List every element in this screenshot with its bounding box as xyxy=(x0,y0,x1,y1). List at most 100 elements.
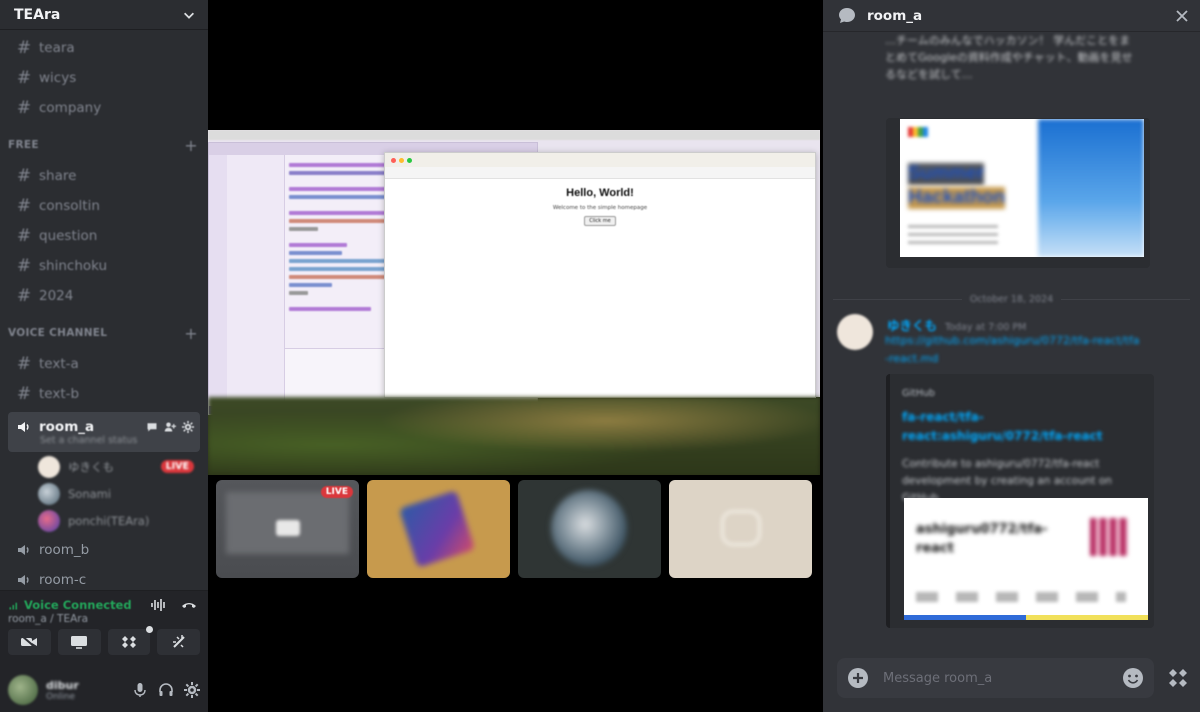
voice-channel-room-c[interactable]: room-c xyxy=(8,565,200,588)
stream-camera-icon xyxy=(276,520,300,536)
participant-avatar-image xyxy=(398,490,476,568)
channel-label: company xyxy=(39,99,102,116)
channel-label: teara xyxy=(39,39,75,56)
hash-icon: # xyxy=(16,353,32,374)
chat-header: room_a xyxy=(823,0,1200,32)
voice-user-name: ゆきくも xyxy=(68,459,114,474)
voice-channel-room-a[interactable]: room_a Set a channel status xyxy=(8,412,200,452)
channel-item-teara[interactable]: # teara xyxy=(8,33,200,62)
hash-icon: # xyxy=(16,383,32,404)
channel-status-text[interactable]: Set a channel status xyxy=(16,435,194,446)
hash-icon: # xyxy=(16,37,32,58)
embed-site-name: GitHub xyxy=(902,388,935,399)
embed-image[interactable]: ashiguru0772/tfa-react xyxy=(904,498,1148,620)
add-channel-icon[interactable]: + xyxy=(184,136,198,155)
headphones-icon[interactable] xyxy=(158,682,174,698)
noise-suppression-icon[interactable] xyxy=(150,597,168,613)
participant-tile[interactable] xyxy=(669,480,812,578)
signal-icon xyxy=(9,602,17,610)
user-settings-gear-icon[interactable] xyxy=(184,682,200,698)
hackathon-title-line2: Hackathon xyxy=(908,187,1006,209)
screen-share-button[interactable] xyxy=(57,629,101,655)
channel-label: shinchoku xyxy=(39,257,108,274)
channel-item-text-a[interactable]: # text-a xyxy=(8,349,200,378)
participant-tile[interactable] xyxy=(518,480,661,578)
message-input[interactable] xyxy=(883,670,1108,686)
discord-logo-icon xyxy=(721,510,761,546)
camera-button[interactable] xyxy=(8,629,51,655)
channel-label: 2024 xyxy=(39,287,74,304)
hash-icon: # xyxy=(16,97,32,118)
channel-item-consoltin[interactable]: # consoltin xyxy=(8,191,200,220)
server-name: TEAra xyxy=(14,6,61,23)
browser-address-bar xyxy=(385,167,815,179)
voice-connection-panel: Voice Connected room_a / TEAra xyxy=(0,590,208,668)
sky-image xyxy=(1038,119,1144,257)
browser-tabbar xyxy=(385,153,815,167)
invite-user-icon[interactable] xyxy=(164,421,176,433)
message-link[interactable]: https://github.com/ashiguru/0772/tfa-rea… xyxy=(885,332,1143,368)
user-avatar[interactable] xyxy=(8,675,38,705)
embed-title[interactable]: fa-react/tfa-react:ashiguru/0772/tfa-rea… xyxy=(902,408,1132,446)
voice-location[interactable]: room_a / TEAra xyxy=(0,613,208,625)
voice-channel-room-b[interactable]: room_b xyxy=(8,535,200,564)
channel-item-2024[interactable]: #2024 xyxy=(8,281,200,310)
participant-tile[interactable] xyxy=(367,480,510,578)
voice-user-name: ponchi(TEAra) xyxy=(68,513,150,528)
chat-icon[interactable] xyxy=(146,421,158,433)
page-heading: Hello, World! xyxy=(566,187,634,199)
server-header[interactable]: TEAra xyxy=(0,0,208,30)
category-voice[interactable]: VOICE CHANNEL + xyxy=(0,318,208,348)
avatar xyxy=(38,455,60,478)
screen-share-icon xyxy=(71,636,88,649)
channel-label: text-b xyxy=(39,385,80,402)
participant-tile-stream[interactable]: LIVE xyxy=(216,480,359,578)
channel-item-wicys[interactable]: # wicys xyxy=(8,63,200,92)
chat-channel-title: room_a xyxy=(867,7,923,24)
channel-list: # teara # wicys # company FREE + # share # co… xyxy=(0,32,208,588)
chat-bubble-icon xyxy=(839,7,855,23)
voice-user[interactable]: ゆきくも LIVE xyxy=(34,454,200,479)
editor-file-tree xyxy=(227,155,285,402)
message-avatar[interactable] xyxy=(837,314,873,350)
activities-button[interactable] xyxy=(107,626,154,655)
voice-channel-label: room-c xyxy=(39,571,87,588)
notification-dot xyxy=(146,626,154,633)
apps-grid-icon xyxy=(1169,669,1187,687)
screen-share-view[interactable]: Hello, World! Welcome to the simple home… xyxy=(208,130,820,475)
hash-icon: # xyxy=(16,225,32,246)
soundboard-button[interactable] xyxy=(157,629,200,655)
apps-button[interactable] xyxy=(1164,664,1192,692)
add-attachment-icon[interactable] xyxy=(847,667,869,689)
user-status: Online xyxy=(46,691,76,702)
live-badge: LIVE xyxy=(160,460,194,473)
shared-desktop: Hello, World! Welcome to the simple home… xyxy=(208,130,820,415)
add-channel-icon[interactable]: + xyxy=(184,324,198,343)
channel-sidebar: TEAra # teara # wicys # company FREE + # sha… xyxy=(0,0,208,712)
user-names[interactable]: dibur Online xyxy=(46,679,124,702)
microphone-icon[interactable] xyxy=(132,682,148,698)
settings-gear-icon[interactable] xyxy=(182,420,194,433)
disconnect-icon[interactable] xyxy=(180,597,198,613)
category-free[interactable]: FREE + xyxy=(0,130,208,160)
date-divider-label: October 18, 2024 xyxy=(969,294,1054,305)
channel-item-share[interactable]: # share xyxy=(8,161,200,190)
channel-item-company[interactable]: # company xyxy=(8,93,200,122)
speaker-icon xyxy=(18,544,29,555)
voice-user[interactable]: Sonami xyxy=(34,481,200,506)
image-embed[interactable]: Summer Hackathon xyxy=(886,118,1150,268)
voice-status[interactable]: Voice Connected xyxy=(8,598,132,612)
channel-item-shinchoku[interactable]: # shinchoku xyxy=(8,251,200,280)
channel-label: share xyxy=(39,167,77,184)
channel-item-question[interactable]: # question xyxy=(8,221,200,250)
live-badge: LIVE xyxy=(320,486,353,498)
emoji-icon[interactable] xyxy=(1122,667,1144,689)
voice-user[interactable]: ponchi(TEAra) xyxy=(34,508,200,533)
hackathon-details xyxy=(908,225,998,245)
hash-icon: # xyxy=(16,255,32,276)
channel-item-text-b[interactable]: # text-b xyxy=(8,379,200,408)
wallpaper-landscape xyxy=(208,397,820,475)
voice-channel-label: room_b xyxy=(39,541,90,558)
editor-activity-bar xyxy=(209,155,227,414)
close-icon[interactable] xyxy=(1174,8,1190,24)
